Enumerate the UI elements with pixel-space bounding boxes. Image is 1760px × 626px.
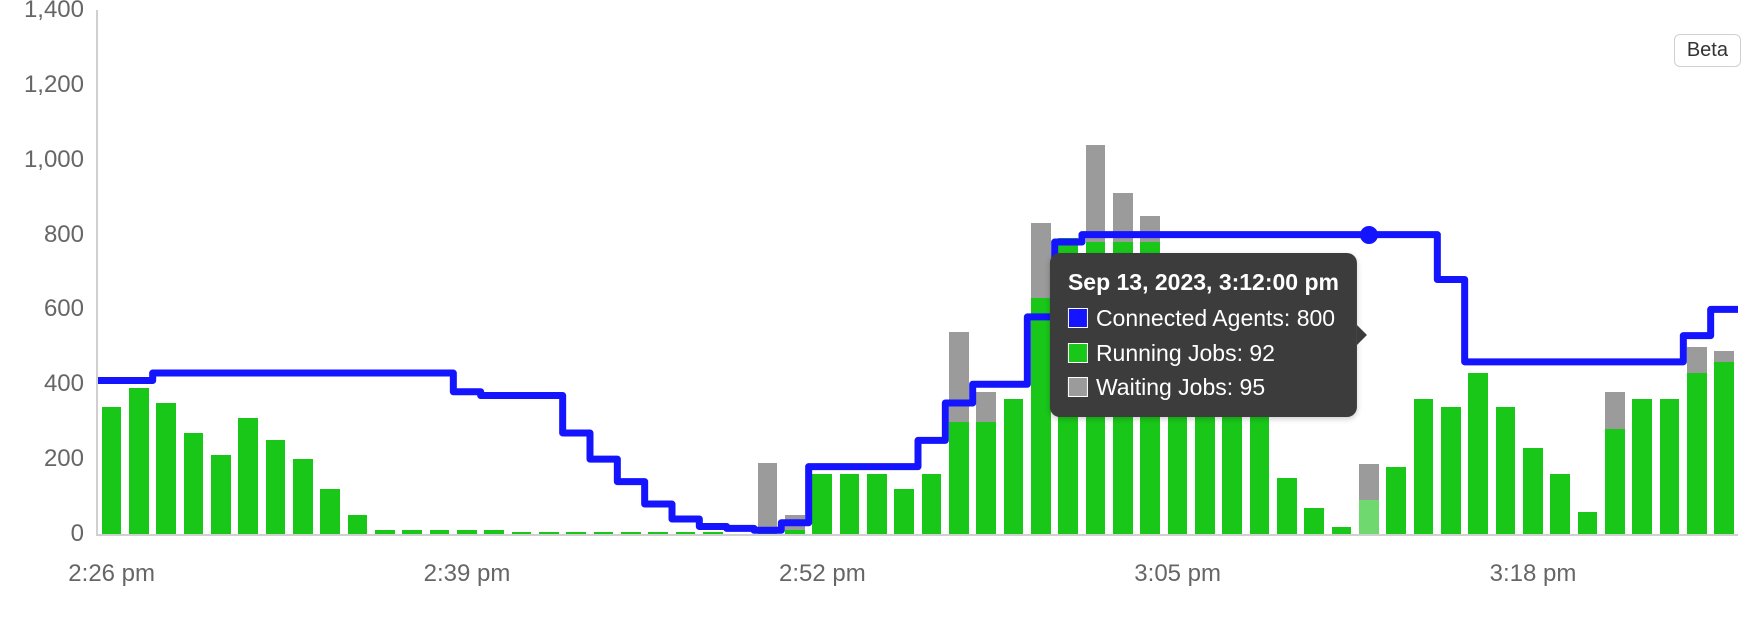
y-tick-label: 0: [71, 520, 84, 548]
chart-tooltip: Sep 13, 2023, 3:12:00 pmConnected Agents…: [1050, 253, 1357, 417]
y-tick-label: 200: [44, 445, 84, 473]
running-jobs-bar[interactable]: [922, 474, 942, 534]
running-jobs-bar[interactable]: [894, 489, 914, 534]
green-swatch-icon: [1068, 343, 1088, 363]
tooltip-row: Waiting Jobs: 95: [1068, 370, 1339, 405]
running-jobs-bar[interactable]: [1414, 399, 1434, 534]
running-jobs-bar[interactable]: [1632, 399, 1652, 534]
running-jobs-bar[interactable]: [621, 532, 641, 534]
running-jobs-bar[interactable]: [1359, 500, 1379, 534]
running-jobs-bar[interactable]: [1031, 298, 1051, 534]
running-jobs-bar[interactable]: [1523, 448, 1543, 534]
tooltip-value: Running Jobs: 92: [1096, 336, 1275, 371]
running-jobs-bar[interactable]: [102, 407, 122, 534]
chart-root: Beta 02004006008001,0001,2001,4002:26 pm…: [0, 0, 1760, 626]
running-jobs-bar[interactable]: [512, 532, 532, 534]
waiting-jobs-bar[interactable]: [758, 463, 778, 534]
running-jobs-bar[interactable]: [266, 440, 286, 534]
x-tick-label: 2:26 pm: [68, 560, 155, 588]
running-jobs-bar[interactable]: [840, 474, 860, 534]
running-jobs-bar[interactable]: [1004, 399, 1024, 534]
tooltip-row: Connected Agents: 800: [1068, 301, 1339, 336]
running-jobs-bar[interactable]: [430, 530, 450, 534]
running-jobs-bar[interactable]: [758, 530, 778, 534]
running-jobs-bar[interactable]: [1550, 474, 1570, 534]
running-jobs-bar[interactable]: [402, 530, 422, 534]
blue-swatch-icon: [1068, 308, 1088, 328]
running-jobs-bar[interactable]: [1605, 429, 1625, 534]
running-jobs-bar[interactable]: [539, 532, 559, 534]
running-jobs-bar[interactable]: [676, 532, 696, 534]
running-jobs-bar[interactable]: [293, 459, 313, 534]
y-tick-label: 600: [44, 295, 84, 323]
running-jobs-bar[interactable]: [594, 532, 614, 534]
gray-swatch-icon: [1068, 377, 1088, 397]
running-jobs-bar[interactable]: [785, 530, 805, 534]
running-jobs-bar[interactable]: [949, 422, 969, 534]
running-jobs-bar[interactable]: [211, 455, 231, 534]
tooltip-value: Connected Agents: 800: [1096, 301, 1335, 336]
running-jobs-bar[interactable]: [1496, 407, 1516, 534]
running-jobs-bar[interactable]: [320, 489, 340, 534]
running-jobs-bar[interactable]: [484, 530, 504, 534]
y-tick-label: 1,200: [24, 71, 84, 99]
running-jobs-bar[interactable]: [976, 422, 996, 534]
running-jobs-bar[interactable]: [457, 530, 477, 534]
y-tick-label: 1,000: [24, 146, 84, 174]
running-jobs-bar[interactable]: [1332, 527, 1352, 534]
running-jobs-bar[interactable]: [129, 388, 149, 534]
x-tick-label: 3:18 pm: [1490, 560, 1577, 588]
y-tick-label: 800: [44, 221, 84, 249]
running-jobs-bar[interactable]: [1304, 508, 1324, 534]
running-jobs-bar[interactable]: [1441, 407, 1461, 534]
running-jobs-bar[interactable]: [1277, 478, 1297, 534]
x-tick-label: 3:05 pm: [1134, 560, 1221, 588]
running-jobs-bar[interactable]: [566, 532, 586, 534]
running-jobs-bar[interactable]: [1660, 399, 1680, 534]
chart-plot-area[interactable]: 02004006008001,0001,2001,4002:26 pm2:39 …: [96, 10, 1738, 536]
running-jobs-bar[interactable]: [703, 532, 723, 534]
running-jobs-bar[interactable]: [1578, 512, 1598, 534]
x-tick-label: 2:39 pm: [424, 560, 511, 588]
tooltip-row: Running Jobs: 92: [1068, 336, 1339, 371]
running-jobs-bar[interactable]: [238, 418, 258, 534]
running-jobs-bar[interactable]: [1687, 373, 1707, 534]
running-jobs-bar[interactable]: [648, 532, 668, 534]
running-jobs-bar[interactable]: [1386, 467, 1406, 534]
connected-agents-line: [98, 10, 1738, 534]
running-jobs-bar[interactable]: [867, 474, 887, 534]
running-jobs-bar[interactable]: [184, 433, 204, 534]
y-tick-label: 1,400: [24, 0, 84, 24]
running-jobs-bar[interactable]: [812, 474, 832, 534]
running-jobs-bar[interactable]: [156, 403, 176, 534]
running-jobs-bar[interactable]: [1714, 362, 1734, 534]
y-tick-label: 400: [44, 370, 84, 398]
x-tick-label: 2:52 pm: [779, 560, 866, 588]
tooltip-value: Waiting Jobs: 95: [1096, 370, 1265, 405]
hover-point-marker: [1360, 226, 1378, 244]
running-jobs-bar[interactable]: [348, 515, 368, 534]
tooltip-timestamp: Sep 13, 2023, 3:12:00 pm: [1068, 265, 1339, 300]
running-jobs-bar[interactable]: [1468, 373, 1488, 534]
running-jobs-bar[interactable]: [375, 530, 395, 534]
